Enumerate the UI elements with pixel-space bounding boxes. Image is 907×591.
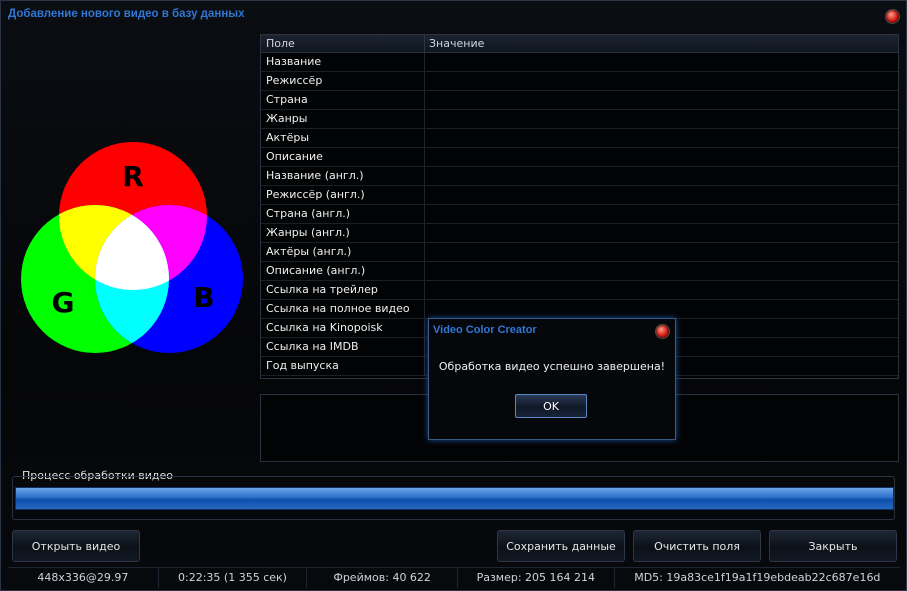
field-value-cell[interactable] bbox=[425, 53, 898, 71]
field-value-cell[interactable] bbox=[425, 129, 898, 147]
field-value-cell[interactable] bbox=[425, 224, 898, 242]
field-value-cell[interactable] bbox=[425, 205, 898, 223]
label-r: R bbox=[122, 160, 144, 193]
field-name-cell: Актёры (англ.) bbox=[261, 243, 425, 261]
table-row[interactable]: Страна bbox=[261, 91, 898, 110]
progress-bar bbox=[15, 487, 894, 510]
save-data-button[interactable]: Сохранить данные bbox=[497, 530, 625, 562]
main-window: Добавление нового видео в базу данных R … bbox=[0, 0, 907, 591]
window-title: Добавление нового видео в базу данных bbox=[8, 8, 245, 20]
field-name-cell: Режиссёр bbox=[261, 72, 425, 90]
status-md5: MD5: 19a83ce1f19a1f19ebdeab22c687e16d bbox=[634, 571, 881, 584]
field-value-cell[interactable] bbox=[425, 110, 898, 128]
status-duration: 0:22:35 (1 355 сек) bbox=[159, 568, 308, 588]
field-name-cell: Режиссёр (англ.) bbox=[261, 186, 425, 204]
field-name-cell: Описание bbox=[261, 148, 425, 166]
field-value-cell[interactable] bbox=[425, 262, 898, 280]
status-bar: 448x336@29.97 0:22:35 (1 355 сек) Фреймо… bbox=[8, 567, 900, 588]
field-value-cell[interactable] bbox=[425, 72, 898, 90]
status-frames: Фреймов: 40 622 bbox=[307, 568, 458, 588]
table-row[interactable]: Режиссёр bbox=[261, 72, 898, 91]
field-value-cell[interactable] bbox=[425, 91, 898, 109]
status-size: Размер: 205 164 214 bbox=[458, 568, 615, 588]
grid-header: Поле Значение bbox=[261, 35, 898, 53]
close-button[interactable]: Закрыть bbox=[769, 530, 897, 562]
rgb-logo: R G B bbox=[21, 142, 243, 353]
field-name-cell: Описание (англ.) bbox=[261, 262, 425, 280]
table-row[interactable]: Название bbox=[261, 53, 898, 72]
field-value-cell[interactable] bbox=[425, 148, 898, 166]
dialog-message: Обработка видео успешно завершена! bbox=[438, 360, 666, 373]
title-bar[interactable]: Добавление нового видео в базу данных bbox=[1, 1, 906, 29]
table-row[interactable]: Жанры (англ.) bbox=[261, 224, 898, 243]
field-value-cell[interactable] bbox=[425, 300, 898, 318]
field-value-cell[interactable] bbox=[425, 281, 898, 299]
close-icon[interactable] bbox=[885, 9, 900, 24]
table-row[interactable]: Описание (англ.) bbox=[261, 262, 898, 281]
field-value-cell[interactable] bbox=[425, 167, 898, 185]
table-row[interactable]: Ссылка на трейлер bbox=[261, 281, 898, 300]
label-b: B bbox=[193, 281, 214, 314]
table-row[interactable]: Актёры bbox=[261, 129, 898, 148]
field-name-cell: Год выпуска bbox=[261, 357, 425, 375]
open-video-button[interactable]: Открыть видео bbox=[12, 530, 140, 562]
table-row[interactable]: Название (англ.) bbox=[261, 167, 898, 186]
table-row[interactable]: Описание bbox=[261, 148, 898, 167]
label-g: G bbox=[52, 286, 75, 319]
table-row[interactable]: Режиссёр (англ.) bbox=[261, 186, 898, 205]
column-header-value[interactable]: Значение bbox=[425, 35, 898, 52]
field-name-cell: Название bbox=[261, 53, 425, 71]
field-name-cell: Название (англ.) bbox=[261, 167, 425, 185]
table-row[interactable]: Страна (англ.) bbox=[261, 205, 898, 224]
status-resolution: 448x336@29.97 bbox=[8, 568, 159, 588]
field-name-cell: Ссылка на Kinopoisk bbox=[261, 319, 425, 337]
field-name-cell: Актёры bbox=[261, 129, 425, 147]
field-name-cell: Ссылка на IMDB bbox=[261, 338, 425, 356]
table-row[interactable]: Актёры (англ.) bbox=[261, 243, 898, 262]
field-name-cell: Страна bbox=[261, 91, 425, 109]
field-name-cell: Страна (англ.) bbox=[261, 205, 425, 223]
field-name-cell: Ссылка на трейлер bbox=[261, 281, 425, 299]
table-row[interactable]: Жанры bbox=[261, 110, 898, 129]
dialog-title: Video Color Creator bbox=[433, 324, 537, 336]
table-row[interactable]: Ссылка на полное видео bbox=[261, 300, 898, 319]
ok-button[interactable]: OK bbox=[515, 394, 587, 418]
column-header-field[interactable]: Поле bbox=[261, 35, 425, 52]
close-icon[interactable] bbox=[655, 324, 670, 339]
field-name-cell: Жанры (англ.) bbox=[261, 224, 425, 242]
field-value-cell[interactable] bbox=[425, 186, 898, 204]
field-value-cell[interactable] bbox=[425, 243, 898, 261]
message-dialog: Video Color Creator Обработка видео успе… bbox=[428, 318, 676, 440]
field-name-cell: Ссылка на полное видео bbox=[261, 300, 425, 318]
field-name-cell: Жанры bbox=[261, 110, 425, 128]
clear-fields-button[interactable]: Очистить поля bbox=[633, 530, 761, 562]
